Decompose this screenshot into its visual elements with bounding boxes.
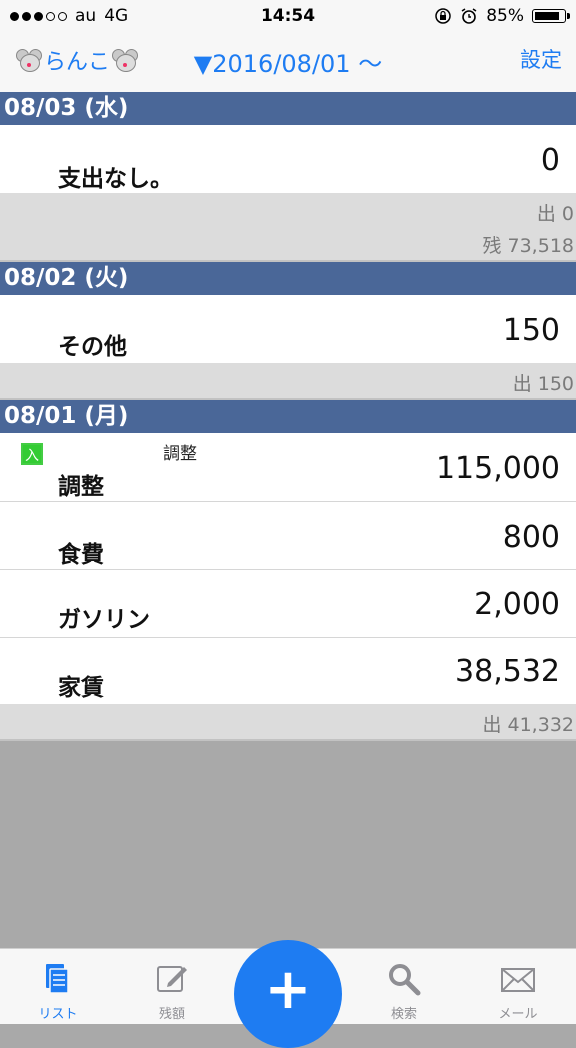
amount-label: 115,000 [435,451,560,486]
rotation-lock-icon [435,8,451,24]
settings-button[interactable]: 設定 [520,44,562,74]
date-header: 08/01 (月) [0,400,576,433]
tab-label: 残額 [158,1007,185,1022]
tab-label: リスト [38,1007,78,1022]
expense-total: 出 0 [536,203,574,225]
balance-total: 残 73,518 [482,235,574,257]
edit-icon [157,966,187,992]
transaction-row[interactable]: 支出なし。 0 [0,125,576,193]
amount-label: 800 [502,520,560,555]
category-label: 食費 [58,542,104,568]
alarm-icon [461,8,477,24]
expense-total: 出 150 [512,373,574,395]
battery-percent: 85% [486,6,524,26]
category-label: 支出なし。 [58,166,173,192]
amount-label: 0 [540,143,560,178]
amount-label: 150 [502,313,560,348]
memo-label: 調整 [163,444,197,464]
search-icon [389,964,421,996]
tab-mail[interactable]: メール [470,949,566,1025]
tab-label: 検索 [390,1007,417,1022]
expense-total: 出 41,332 [482,714,574,736]
day-summary: 出 150 [0,363,576,398]
add-entry-button[interactable]: + [234,940,342,1048]
transaction-row[interactable]: 入 調整 調整 115,000 [0,433,576,501]
tab-search[interactable]: 検索 [356,949,452,1025]
divider [0,739,576,741]
transaction-row[interactable]: 食費 800 [0,502,576,569]
amount-label: 38,532 [455,654,560,689]
list-icon [46,964,69,994]
day-summary: 出 0 残 73,518 [0,193,576,260]
transaction-row[interactable]: ガソリン 2,000 [0,570,576,637]
income-badge-icon: 入 [21,443,43,465]
category-label: ガソリン [58,607,150,633]
tab-label: メール [498,1007,538,1022]
mail-icon [501,968,535,992]
battery-icon [532,9,570,23]
tab-list[interactable]: リスト [10,949,106,1025]
date-header: 08/02 (火) [0,262,576,295]
amount-label: 2,000 [474,587,560,622]
transaction-row[interactable]: 家賃 38,532 [0,638,576,704]
date-header: 08/03 (水) [0,92,576,125]
tab-balance[interactable]: 残額 [124,949,220,1025]
navigation-bar: らんこ ▼2016/08/01 〜 設定 [0,34,576,92]
category-label: 調整 [58,474,104,500]
status-bar: au 4G 14:54 85% [0,0,576,34]
day-summary: 出 41,332 [0,704,576,739]
category-label: その他 [58,334,127,360]
period-selector[interactable]: ▼2016/08/01 〜 [0,44,576,79]
transaction-row[interactable]: その他 150 [0,295,576,363]
category-label: 家賃 [58,675,104,701]
